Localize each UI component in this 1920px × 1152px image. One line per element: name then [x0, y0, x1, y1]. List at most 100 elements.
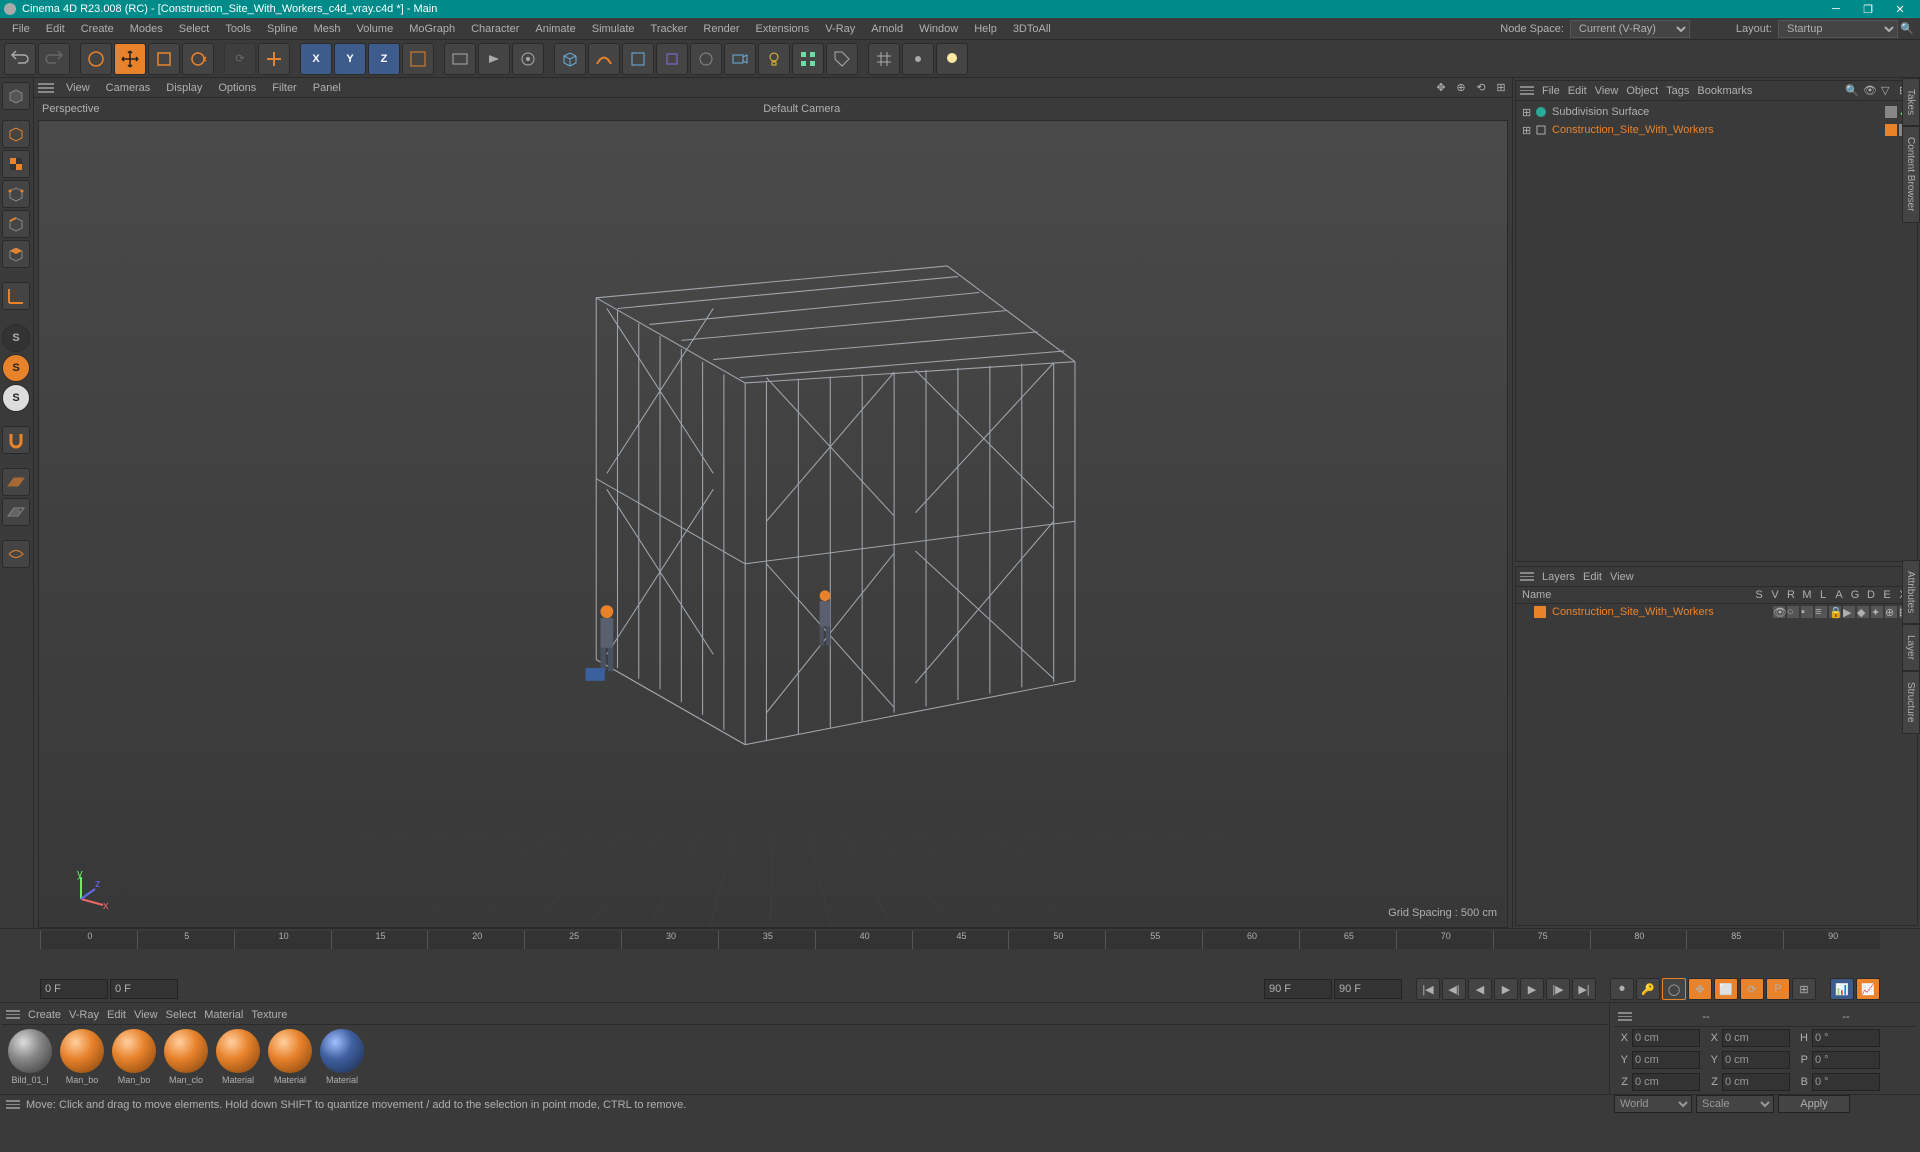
menu-help[interactable]: Help: [966, 21, 1005, 37]
tab-layer[interactable]: Layer: [1902, 624, 1920, 671]
vm-display[interactable]: Display: [158, 80, 210, 96]
rot-p-input[interactable]: [1812, 1051, 1880, 1069]
camera-button[interactable]: [724, 43, 756, 75]
tc-fcurve-button[interactable]: 📈: [1856, 978, 1880, 1000]
layer-name[interactable]: Construction_Site_With_Workers: [1552, 606, 1773, 618]
layer-color-icon[interactable]: [1534, 606, 1546, 618]
scale-button[interactable]: [148, 43, 180, 75]
edge-mode-button[interactable]: [2, 210, 30, 238]
lm-edit[interactable]: Edit: [1583, 571, 1602, 583]
close-button[interactable]: ✕: [1884, 1, 1916, 17]
vp-layout-icon[interactable]: ⊞: [1494, 81, 1508, 95]
obj-name[interactable]: Construction_Site_With_Workers: [1552, 124, 1885, 136]
s-dark-button[interactable]: S: [2, 324, 30, 352]
workplane-button[interactable]: [2, 468, 30, 496]
rot-b-input[interactable]: [1812, 1073, 1880, 1091]
menu-vray[interactable]: V-Ray: [817, 21, 863, 37]
coord-mode-select[interactable]: Scale: [1696, 1095, 1774, 1113]
menu-create[interactable]: Create: [73, 21, 122, 37]
point-mode-button[interactable]: [2, 180, 30, 208]
obj-name[interactable]: Subdivision Surface: [1552, 106, 1885, 118]
mm-vray[interactable]: V-Ray: [69, 1009, 99, 1021]
layer-row[interactable]: Construction_Site_With_Workers 👁 ○ ▪ ≡ 🔒…: [1516, 604, 1917, 620]
objects-hamburger-icon[interactable]: [1520, 84, 1534, 98]
om-edit[interactable]: Edit: [1568, 85, 1587, 97]
layout-select[interactable]: Startup: [1778, 20, 1898, 38]
object-mode-button[interactable]: [2, 120, 30, 148]
tab-attributes[interactable]: Attributes: [1902, 560, 1920, 624]
material-item[interactable]: Man_bo: [58, 1029, 106, 1085]
scl-z-input[interactable]: [1722, 1073, 1790, 1091]
objects-tree[interactable]: ⊞ Subdivision Surface ✓ ⊞ Construction_S…: [1516, 101, 1917, 561]
material-item[interactable]: Material: [266, 1029, 314, 1085]
tc-scale-key-button[interactable]: ⬜: [1714, 978, 1738, 1000]
menu-volume[interactable]: Volume: [349, 21, 402, 37]
live-select-button[interactable]: [80, 43, 112, 75]
tc-goto-end-button[interactable]: ▶|: [1572, 978, 1596, 1000]
tc-prev-key-button[interactable]: ◀|: [1442, 978, 1466, 1000]
vp-zoom-icon[interactable]: ⊕: [1454, 81, 1468, 95]
tree-row[interactable]: ⊞ Construction_Site_With_Workers: [1518, 121, 1915, 139]
undo-button[interactable]: [4, 43, 36, 75]
tc-goto-start-button[interactable]: |◀: [1416, 978, 1440, 1000]
poly-mode-button[interactable]: [2, 240, 30, 268]
move-button[interactable]: [114, 43, 146, 75]
tab-structure[interactable]: Structure: [1902, 671, 1920, 734]
s-white-button[interactable]: S: [2, 384, 30, 412]
s-orange-button[interactable]: S: [2, 354, 30, 382]
timeline[interactable]: 0 5 10 15 20 25 30 35 40 45 50 55 60 65 …: [0, 928, 1920, 976]
layer-tag-icon[interactable]: [1885, 124, 1897, 136]
layer-toggle[interactable]: ▶: [1843, 606, 1855, 618]
workplane-grid-button[interactable]: [2, 498, 30, 526]
generator-button[interactable]: [622, 43, 654, 75]
tab-content-browser[interactable]: Content Browser: [1902, 126, 1920, 222]
layer-toggle[interactable]: ▪: [1801, 606, 1813, 618]
mm-edit[interactable]: Edit: [107, 1009, 126, 1021]
menu-modes[interactable]: Modes: [122, 21, 171, 37]
snap-button[interactable]: [902, 43, 934, 75]
lm-layers[interactable]: Layers: [1542, 571, 1575, 583]
crosshair-button[interactable]: [258, 43, 290, 75]
vm-panel[interactable]: Panel: [305, 80, 349, 96]
pos-z-input[interactable]: [1632, 1073, 1700, 1091]
tc-param-key-button[interactable]: P: [1766, 978, 1790, 1000]
menu-tracker[interactable]: Tracker: [643, 21, 696, 37]
om-file[interactable]: File: [1542, 85, 1560, 97]
expand-icon[interactable]: ⊞: [1522, 124, 1534, 137]
mm-view[interactable]: View: [134, 1009, 158, 1021]
tc-prev-frame-button[interactable]: ◀: [1468, 978, 1492, 1000]
environment-button[interactable]: [690, 43, 722, 75]
coord-system-button[interactable]: [402, 43, 434, 75]
tc-pla-button[interactable]: ⊞: [1792, 978, 1816, 1000]
tc-pos-key-button[interactable]: ✥: [1688, 978, 1712, 1000]
layer-toggle[interactable]: ○: [1787, 606, 1799, 618]
tc-current[interactable]: 0 F: [110, 979, 178, 999]
cube-primitive-button[interactable]: [554, 43, 586, 75]
axis-button[interactable]: [2, 282, 30, 310]
menu-mesh[interactable]: Mesh: [306, 21, 349, 37]
tc-end1[interactable]: 90 F: [1264, 979, 1332, 999]
render-settings-button[interactable]: [444, 43, 476, 75]
material-item[interactable]: Man_bo: [110, 1029, 158, 1085]
maximize-button[interactable]: ❐: [1852, 1, 1884, 17]
light-button[interactable]: [758, 43, 790, 75]
uv-button[interactable]: [2, 540, 30, 568]
spline-primitive-button[interactable]: [588, 43, 620, 75]
menu-simulate[interactable]: Simulate: [584, 21, 643, 37]
grid-button[interactable]: [868, 43, 900, 75]
visibility-tag-icon[interactable]: [1885, 106, 1897, 118]
layers-hamburger-icon[interactable]: [1520, 570, 1534, 584]
model-mode-button[interactable]: [2, 82, 30, 110]
tab-takes[interactable]: Takes: [1902, 78, 1920, 126]
apply-button[interactable]: Apply: [1778, 1095, 1850, 1113]
om-search-icon[interactable]: 🔍: [1845, 84, 1859, 98]
vp-rotate-icon[interactable]: ⟲: [1474, 81, 1488, 95]
layer-toggle[interactable]: ≡: [1815, 606, 1827, 618]
tc-next-key-button[interactable]: |▶: [1546, 978, 1570, 1000]
coords-hamburger-icon[interactable]: [1618, 1010, 1632, 1024]
tc-play-button[interactable]: ▶: [1494, 978, 1518, 1000]
expand-icon[interactable]: ⊞: [1522, 106, 1534, 119]
vm-cameras[interactable]: Cameras: [98, 80, 159, 96]
vm-view[interactable]: View: [58, 80, 98, 96]
scl-x-input[interactable]: [1722, 1029, 1790, 1047]
